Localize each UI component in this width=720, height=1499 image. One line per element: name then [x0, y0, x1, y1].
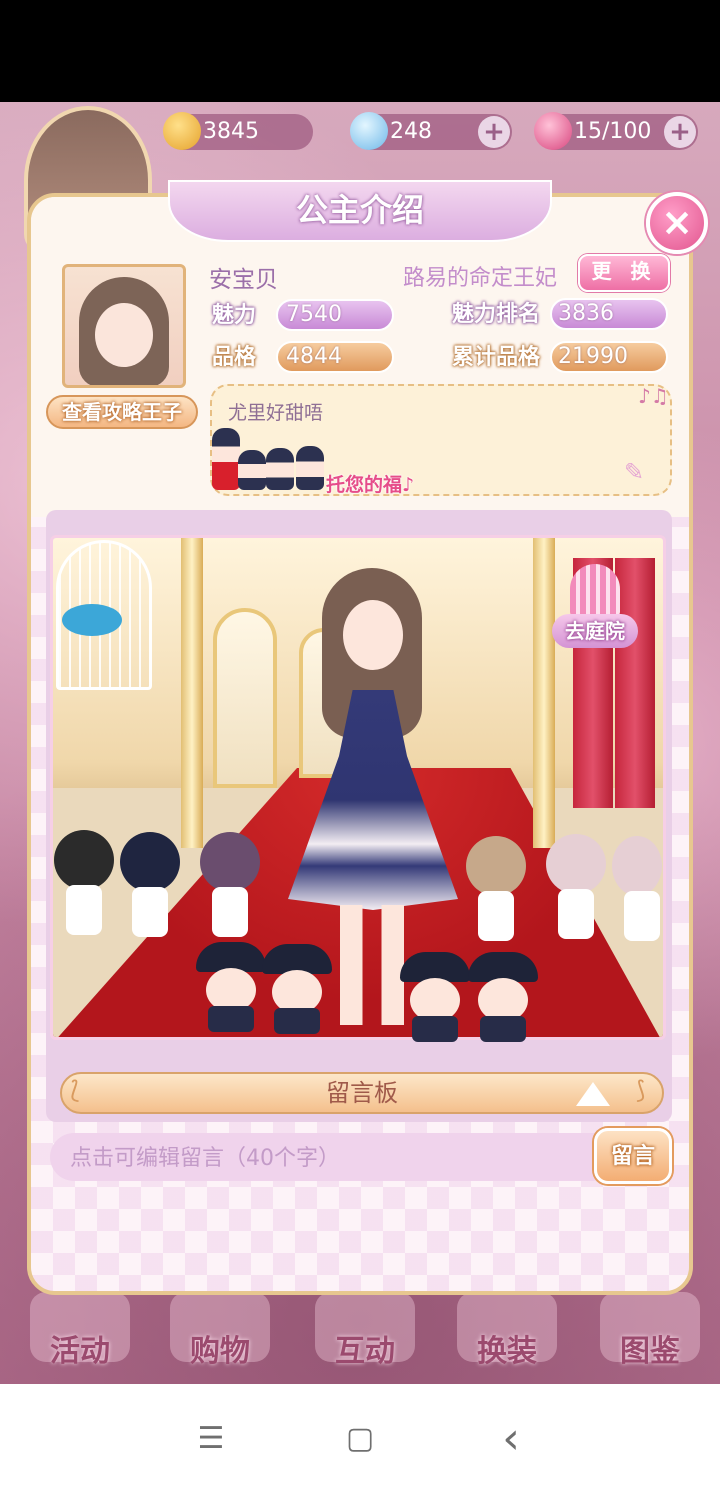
ornament-icon: ⟆ [636, 1076, 646, 1104]
add-diamonds-button[interactable]: + [478, 116, 510, 148]
expand-arrow-icon[interactable] [576, 1082, 610, 1106]
bluebird-icon [62, 604, 122, 636]
message-board-label: 留言板 [326, 1079, 398, 1107]
rose-icon [534, 112, 572, 150]
total-quality-stat: 累计品格 21990 [452, 341, 668, 373]
charm-label: 魅力 [212, 303, 257, 328]
signature-text: 尤里好甜唔 [228, 402, 324, 424]
diamonds-counter: 248 + [350, 112, 512, 150]
status-bar [0, 0, 720, 102]
view-prince-button[interactable]: 查看攻略王子 [46, 395, 198, 429]
add-stamina-button[interactable]: + [664, 116, 696, 148]
ornament-icon: ⟅ [70, 1076, 80, 1104]
total-quality-value: 21990 [558, 344, 628, 369]
go-garden-button[interactable]: 去庭院 [552, 564, 638, 648]
chibi-prince [54, 830, 114, 940]
princess-avatar-face [343, 600, 403, 670]
post-message-button[interactable]: 留言 [594, 1128, 672, 1184]
princess-title: 路易的命定王妃 [403, 266, 558, 291]
home-icon[interactable]: ▢ [335, 1414, 385, 1464]
nav-interact[interactable]: 互动 [300, 1292, 430, 1384]
music-notes-icon: ♪♫ [638, 384, 669, 408]
chibi-prince [466, 836, 526, 946]
coins-value: 3845 [203, 119, 259, 144]
nav-gallery[interactable]: 图鉴 [585, 1292, 715, 1384]
princess-name: 安宝贝 [209, 267, 278, 293]
quality-label: 品格 [212, 345, 257, 370]
chibi-sticker-3 [266, 448, 294, 490]
edit-signature-icon[interactable]: ✎ [624, 458, 654, 488]
coins-counter: 3845 [163, 112, 313, 150]
chibi-guard [262, 944, 332, 1034]
charm-rank-value: 3836 [558, 301, 614, 326]
go-garden-label: 去庭院 [552, 614, 638, 648]
quality-stat: 品格 4844 [212, 341, 394, 373]
bottom-nav: 活动 购物 互动 换装 图鉴 [0, 1292, 720, 1384]
princess-portrait [62, 264, 186, 388]
sticker-caption: 托您的福♪ [326, 474, 415, 496]
chibi-guard [468, 952, 538, 1042]
diamonds-value: 248 [390, 119, 432, 144]
system-nav-bar: ☰ ▢ ‹ [0, 1384, 720, 1499]
nav-dressup[interactable]: 换装 [442, 1292, 572, 1384]
stamina-value: 15/100 [574, 119, 652, 144]
window [213, 608, 277, 788]
change-title-button[interactable]: 更 换 [578, 254, 670, 292]
stamina-counter: 15/100 + [534, 112, 698, 150]
chibi-prince [120, 832, 180, 942]
quality-value: 4844 [286, 344, 342, 369]
menu-icon[interactable]: ☰ [186, 1414, 236, 1464]
chibi-prince [546, 834, 606, 944]
nav-events[interactable]: 活动 [15, 1292, 145, 1384]
close-icon: × [661, 200, 693, 244]
back-icon[interactable]: ‹ [486, 1414, 536, 1464]
charm-value: 7540 [286, 302, 342, 327]
charm-stat: 魅力 7540 [212, 299, 394, 331]
total-quality-label: 累计品格 [452, 345, 541, 370]
nav-shop[interactable]: 购物 [155, 1292, 285, 1384]
message-input[interactable] [68, 1141, 592, 1175]
chibi-sticker-4 [296, 446, 324, 490]
chibi-prince [612, 836, 662, 946]
close-button[interactable]: × [646, 192, 708, 254]
chibi-prince [200, 832, 260, 942]
chibi-sticker-2 [238, 450, 266, 490]
chibi-guard [400, 952, 470, 1042]
coin-icon [163, 112, 201, 150]
charm-rank-label: 魅力排名 [452, 302, 541, 327]
chibi-sticker-1 [212, 428, 240, 490]
pavilion-icon [570, 564, 620, 616]
chibi-guard [196, 942, 266, 1032]
message-board-toggle[interactable]: 留言板 [60, 1072, 664, 1114]
princess-avatar-legs [340, 905, 404, 1025]
dialog-title: 公主介绍 [168, 180, 552, 242]
diamond-icon [350, 112, 388, 150]
charm-rank-stat: 魅力排名 3836 [452, 298, 668, 330]
